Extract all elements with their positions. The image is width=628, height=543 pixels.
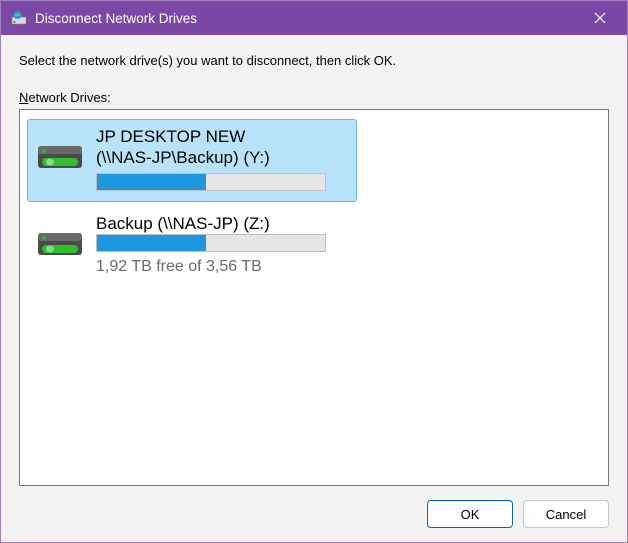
network-drives-list[interactable]: JP DESKTOP NEW (\\NAS-JP\Backup) (Y:): [19, 109, 609, 486]
instruction-text: Select the network drive(s) you want to …: [19, 53, 609, 68]
drive-body: JP DESKTOP NEW (\\NAS-JP\Backup) (Y:): [96, 126, 348, 191]
dialog-content: Select the network drive(s) you want to …: [1, 35, 627, 542]
capacity-bar-fill: [97, 235, 206, 251]
capacity-bar: [96, 173, 326, 191]
drive-title-line2: (\\NAS-JP\Backup) (Y:): [96, 147, 348, 168]
drive-body: Backup (\\NAS-JP) (Z:) 1,92 TB free of 3…: [96, 213, 348, 276]
drive-title-line1: JP DESKTOP NEW: [96, 126, 348, 147]
ok-button-label: OK: [461, 507, 480, 522]
drive-title-line1: Backup (\\NAS-JP) (Z:): [96, 213, 348, 234]
list-label: Network Drives:: [19, 90, 609, 105]
window-title: Disconnect Network Drives: [35, 11, 197, 26]
close-button[interactable]: [577, 3, 623, 33]
network-drive-item[interactable]: Backup (\\NAS-JP) (Z:) 1,92 TB free of 3…: [28, 207, 356, 286]
network-drive-icon: [36, 221, 84, 269]
network-drive-globe-icon: [11, 10, 27, 26]
capacity-bar: [96, 234, 326, 252]
network-drive-item[interactable]: JP DESKTOP NEW (\\NAS-JP\Backup) (Y:): [28, 120, 356, 201]
button-row: OK Cancel: [19, 486, 609, 528]
cancel-button[interactable]: Cancel: [523, 500, 609, 528]
titlebar[interactable]: Disconnect Network Drives: [1, 1, 627, 35]
drive-free-text: 1,92 TB free of 3,56 TB: [96, 258, 348, 276]
network-drive-icon: [36, 134, 84, 182]
close-icon: [594, 12, 606, 24]
ok-button[interactable]: OK: [427, 500, 513, 528]
capacity-bar-fill: [97, 174, 206, 190]
dialog-window: Disconnect Network Drives Select the net…: [0, 0, 628, 543]
cancel-button-label: Cancel: [546, 507, 586, 522]
